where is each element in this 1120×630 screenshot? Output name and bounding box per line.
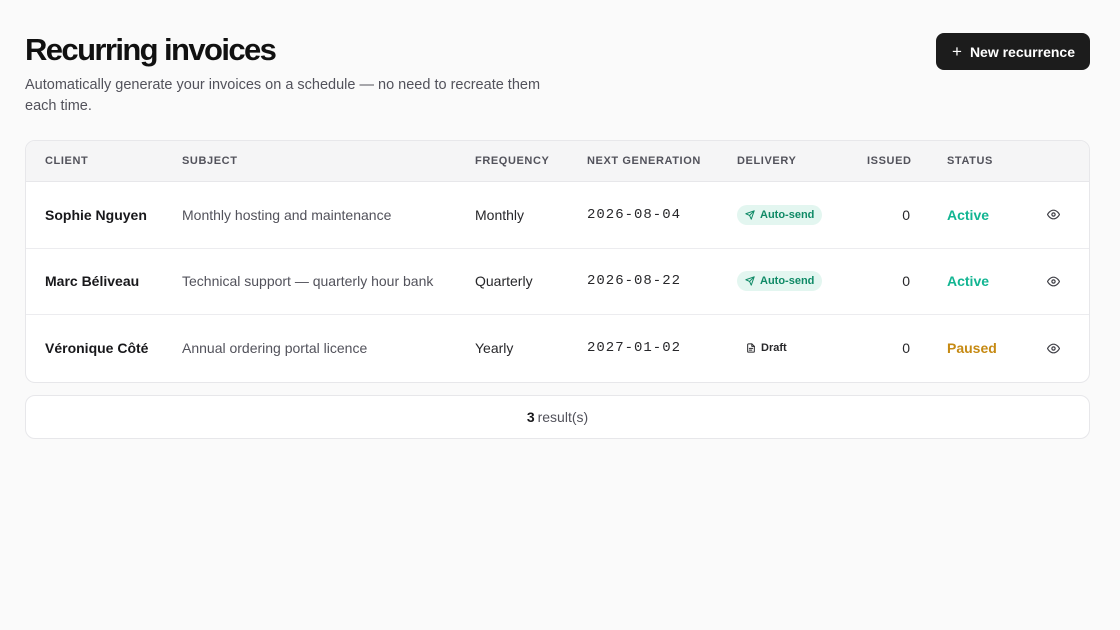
- new-recurrence-button[interactable]: + New recurrence: [936, 33, 1090, 70]
- status-label: Paused: [947, 340, 997, 357]
- column-header-issued: ISSUED: [867, 155, 912, 167]
- delivery-badge: Draft: [737, 338, 795, 358]
- results-footer: 3 result(s): [25, 395, 1090, 439]
- invoice-subject: Annual ordering portal licence: [182, 340, 368, 357]
- column-header-delivery: DELIVERY: [737, 155, 797, 167]
- delivery-cell: Auto-send: [737, 204, 823, 225]
- column-header-subject: SUBJECT: [182, 155, 238, 167]
- column-header-status: STATUS: [947, 155, 993, 167]
- next-generation-date: 2026-08-04: [587, 206, 682, 223]
- client-name: Sophie Nguyen: [45, 206, 147, 223]
- delivery-label: Auto-send: [760, 208, 815, 221]
- delivery-cell: Auto-send: [737, 271, 823, 292]
- frequency: Yearly: [475, 340, 514, 357]
- eye-icon: [1046, 343, 1060, 354]
- delivery-label: Auto-send: [760, 275, 815, 288]
- delivery-badge: Auto-send: [737, 271, 823, 292]
- page-subtitle: Automatically generate your invoices on …: [25, 77, 541, 114]
- client-name: Marc Béliveau: [45, 273, 140, 290]
- view-button[interactable]: [1045, 340, 1061, 356]
- result-label: result(s): [537, 409, 589, 425]
- status-label: Active: [947, 206, 990, 223]
- view-button[interactable]: [1045, 207, 1061, 223]
- result-count: 3: [526, 409, 535, 425]
- delivery-badge: Auto-send: [737, 204, 823, 225]
- plus-icon: +: [952, 41, 962, 61]
- issued-count: 0: [902, 340, 910, 357]
- frequency: Quarterly: [475, 273, 533, 290]
- recurring-invoices-table: CLIENT SUBJECT FREQUENCY NEXT GENERATION…: [25, 140, 1090, 383]
- column-header-frequency: FREQUENCY: [475, 155, 550, 167]
- invoice-subject: Technical support — quarterly hour bank: [182, 273, 434, 290]
- table-row[interactable]: Marc Béliveau Technical support — quarte…: [26, 249, 1089, 315]
- next-generation-date: 2027-01-02: [587, 340, 682, 357]
- invoice-subject: Monthly hosting and maintenance: [182, 206, 392, 223]
- frequency: Monthly: [475, 206, 525, 223]
- send-icon: [745, 276, 755, 286]
- table-row[interactable]: Sophie Nguyen Monthly hosting and mainte…: [26, 182, 1089, 249]
- recurring-invoices-page: Recurring invoices Automatically generat…: [0, 0, 1120, 630]
- send-icon: [745, 210, 755, 220]
- column-header-client: CLIENT: [45, 155, 89, 167]
- document-icon: [747, 343, 755, 353]
- table-row[interactable]: Véronique Côté Annual ordering portal li…: [26, 315, 1089, 382]
- eye-icon: [1046, 276, 1060, 287]
- table-header: CLIENT SUBJECT FREQUENCY NEXT GENERATION…: [26, 141, 1089, 182]
- status-label: Active: [947, 273, 990, 290]
- delivery-cell: Draft: [737, 338, 795, 358]
- new-recurrence-label: New recurrence: [969, 43, 1075, 60]
- client-name: Véronique Côté: [45, 340, 149, 357]
- eye-icon: [1046, 209, 1060, 220]
- issued-count: 0: [902, 273, 910, 290]
- page-header: Recurring invoices Automatically generat…: [25, 0, 1090, 140]
- column-header-next-generation: NEXT GENERATION: [587, 155, 701, 167]
- next-generation-date: 2026-08-22: [587, 273, 682, 290]
- issued-count: 0: [902, 206, 910, 223]
- page-title: Recurring invoices: [25, 32, 277, 67]
- delivery-label: Draft: [761, 342, 787, 355]
- view-button[interactable]: [1045, 273, 1061, 289]
